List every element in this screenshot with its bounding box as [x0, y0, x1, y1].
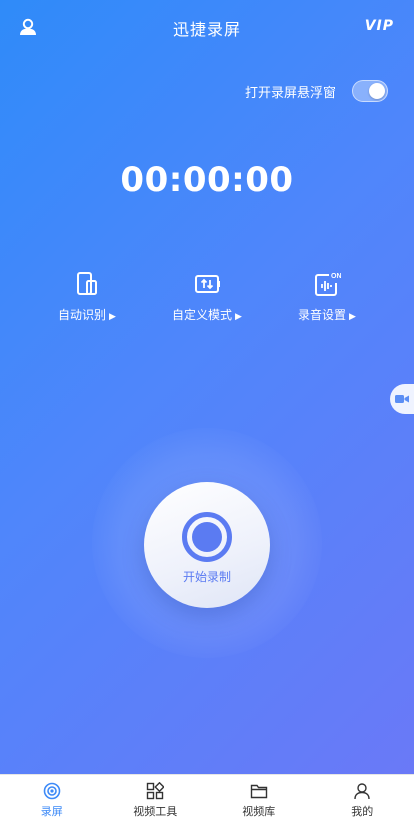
tab-profile[interactable]: 我的	[311, 775, 414, 824]
record-timer: 00:00:00	[120, 160, 294, 200]
float-window-toggle[interactable]	[352, 80, 388, 102]
mode-audio-settings-label: 录音设置	[298, 308, 347, 322]
app-header: 迅捷录屏 VIP	[0, 0, 414, 54]
vip-badge[interactable]: VIP	[365, 18, 394, 34]
arrow-right-icon: ▶	[109, 312, 116, 322]
record-icon	[182, 512, 232, 562]
tab-video-tools[interactable]: 视频工具	[104, 775, 208, 824]
arrow-right-icon: ▶	[235, 312, 242, 322]
main-panel: 迅捷录屏 VIP 打开录屏悬浮窗 00:00:00 自动识别▶ 自定义模式▶	[0, 0, 414, 774]
app-title: 迅捷录屏	[172, 20, 241, 39]
arrow-right-icon: ▶	[349, 312, 356, 322]
audio-on-icon: ON	[315, 273, 341, 296]
mode-auto-detect-label: 自动识别	[58, 308, 107, 322]
tab-record[interactable]: 录屏	[0, 775, 104, 824]
tab-record-label: 录屏	[40, 805, 63, 818]
mode-custom[interactable]: 自定义模式 ▶	[152, 270, 262, 323]
floating-camera-button[interactable]	[390, 384, 414, 414]
folder-icon	[250, 784, 267, 799]
mode-custom-label: 自定义模式	[172, 308, 233, 322]
bottom-tab-bar: 录屏 视频工具 视频库 我的	[0, 774, 414, 824]
camera-icon	[395, 395, 409, 403]
start-record-button[interactable]: 开始录制	[144, 482, 270, 608]
record-icon-core	[192, 522, 222, 552]
toggle-knob	[369, 83, 385, 99]
tab-video-library-label: 视频库	[242, 805, 276, 818]
tools-grid-icon	[147, 782, 165, 800]
float-window-row: 打开录屏悬浮窗	[245, 80, 388, 102]
custom-settings-icon	[195, 275, 220, 293]
audio-on-badge: ON	[331, 273, 341, 280]
person-icon	[354, 783, 370, 800]
mode-auto-detect[interactable]: 自动识别 ▶	[32, 270, 142, 323]
mode-options: 自动识别 ▶ 自定义模式 ▶ ON 录音设置 ▶	[0, 270, 414, 330]
start-record-label: 开始录制	[182, 570, 231, 584]
tab-video-library[interactable]: 视频库	[207, 775, 311, 824]
tab-video-tools-label: 视频工具	[133, 805, 178, 818]
mode-audio-settings[interactable]: ON 录音设置 ▶	[272, 270, 382, 323]
record-disc-icon	[43, 782, 61, 800]
float-window-label: 打开录屏悬浮窗	[244, 85, 336, 101]
tab-profile-label: 我的	[351, 805, 374, 818]
phone-rotate-icon	[77, 272, 97, 295]
